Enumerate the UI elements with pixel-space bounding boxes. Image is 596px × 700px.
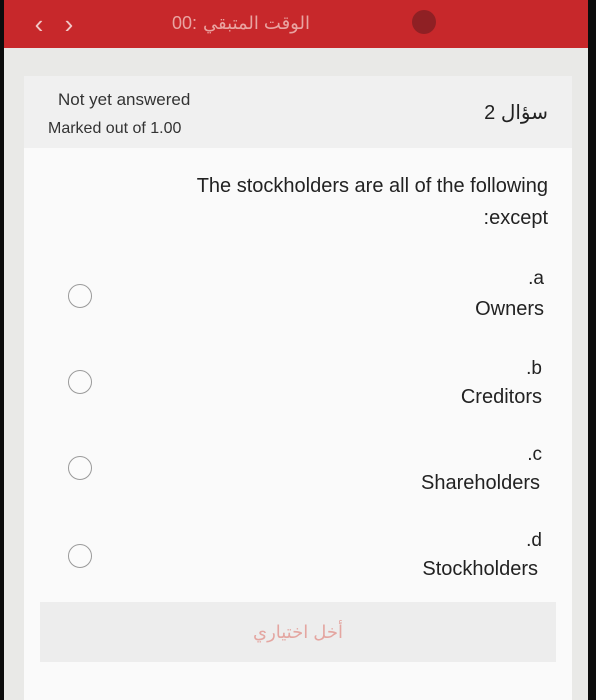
option-text-c: Shareholders <box>421 472 540 494</box>
option-letter-d: .d <box>526 530 542 551</box>
question-grade: Marked out of 1.00 <box>48 120 182 137</box>
chevron-left-icon[interactable]: ‹ <box>24 0 54 48</box>
answer-option-d[interactable]: .d Stockholders <box>24 518 572 598</box>
chevron-right-icon[interactable]: › <box>54 0 84 48</box>
question-number: سؤال 2 <box>484 102 548 124</box>
option-letter-b: .b <box>526 358 542 379</box>
answer-option-b[interactable]: .b Creditors <box>24 344 572 424</box>
question-text-line1: The stockholders are all of the followin… <box>196 175 548 197</box>
option-text-d: Stockholders <box>422 558 538 580</box>
quiz-timer: 00: الوقت المتبقي <box>172 13 310 34</box>
question-state: Not yet answered <box>58 90 191 109</box>
option-text-a: Owners <box>475 298 544 320</box>
radio-a[interactable] <box>68 284 92 308</box>
top-bar: ‹ › 00: الوقت المتبقي <box>4 0 588 48</box>
question-text: The stockholders are all of the followin… <box>108 170 548 234</box>
app-screen: ‹ › 00: الوقت المتبقي Not yet answered Ma… <box>4 0 588 700</box>
question-text-line2: :except <box>483 207 548 229</box>
answer-option-c[interactable]: .c Shareholders <box>24 432 572 512</box>
radio-d[interactable] <box>68 544 92 568</box>
option-letter-c: .c <box>527 444 542 465</box>
question-info: Not yet answered Marked out of 1.00 سؤال… <box>24 76 572 148</box>
question-card: Not yet answered Marked out of 1.00 سؤال… <box>24 76 572 700</box>
option-text-b: Creditors <box>460 386 542 408</box>
answer-option-a[interactable]: .a Owners <box>24 256 572 336</box>
timer-value: 00: <box>172 13 198 33</box>
timer-label: الوقت المتبقي <box>203 13 310 33</box>
timer-toggle-icon[interactable] <box>412 10 436 34</box>
clear-choice-button[interactable]: أخل اختياري <box>40 602 556 662</box>
radio-b[interactable] <box>68 370 92 394</box>
radio-c[interactable] <box>68 456 92 480</box>
option-letter-a: .a <box>528 268 544 289</box>
